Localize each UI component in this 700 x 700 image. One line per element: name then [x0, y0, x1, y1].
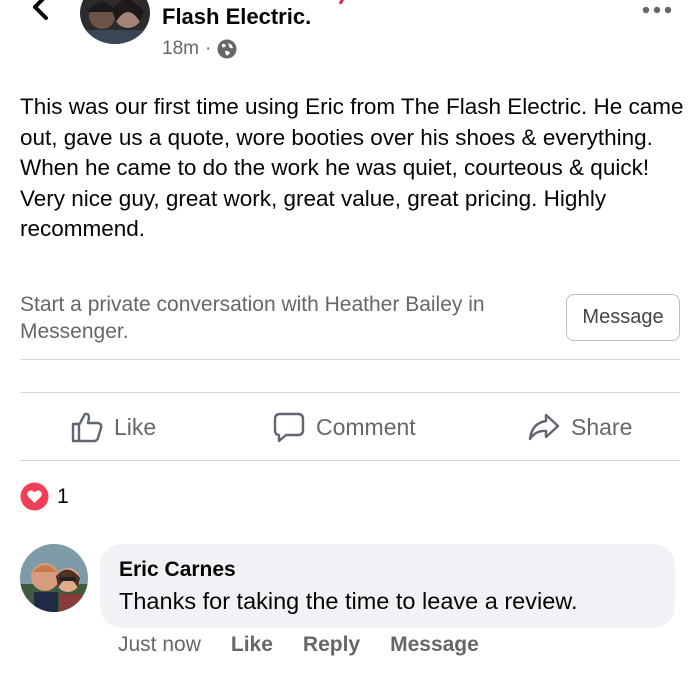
commenter-avatar[interactable] [20, 544, 88, 612]
globe-icon [217, 39, 237, 59]
share-label: Share [571, 413, 633, 440]
comment-time: Just now [118, 633, 201, 656]
comment-actions: Just now Like Reply Message [118, 633, 509, 657]
comment-label: Comment [316, 413, 416, 440]
comment-text: Thanks for taking the time to leave a re… [119, 588, 578, 614]
like-button[interactable]: Like [70, 406, 156, 448]
meta-separator: · [204, 38, 212, 59]
comment-message-button[interactable]: Message [390, 633, 479, 657]
like-label: Like [114, 413, 157, 440]
more-horizontal-icon[interactable] [638, 2, 676, 18]
thumbs-up-icon [71, 412, 103, 443]
chevron-left-icon[interactable] [28, 0, 56, 24]
divider [20, 359, 680, 360]
share-button[interactable]: Share [527, 406, 632, 448]
comment-reply-button[interactable]: Reply [303, 633, 360, 657]
share-arrow-icon [528, 413, 560, 441]
divider [20, 392, 680, 393]
love-reaction-icon [20, 482, 49, 511]
comment-like-button[interactable]: Like [231, 633, 273, 657]
badge-mark [338, 0, 345, 4]
post-text: This was our first time using Eric from … [20, 94, 684, 241]
page-name[interactable]: Flash Electric. [162, 4, 311, 30]
comment-bubble: Eric Carnes Thanks for taking the time t… [100, 544, 675, 628]
reactions-summary[interactable]: 1 [20, 482, 69, 511]
post-meta: 18m · [162, 38, 237, 60]
avatar[interactable] [80, 0, 150, 44]
message-button[interactable]: Message [566, 294, 680, 341]
divider [20, 460, 680, 461]
post-timestamp: 18m [162, 38, 199, 59]
commenter-name[interactable]: Eric Carnes [119, 558, 236, 582]
reaction-count: 1 [57, 484, 69, 508]
private-conversation-prompt: Start a private conversation with Heathe… [20, 293, 485, 343]
comment-icon [273, 412, 305, 443]
comment-button[interactable]: Comment [272, 406, 416, 448]
